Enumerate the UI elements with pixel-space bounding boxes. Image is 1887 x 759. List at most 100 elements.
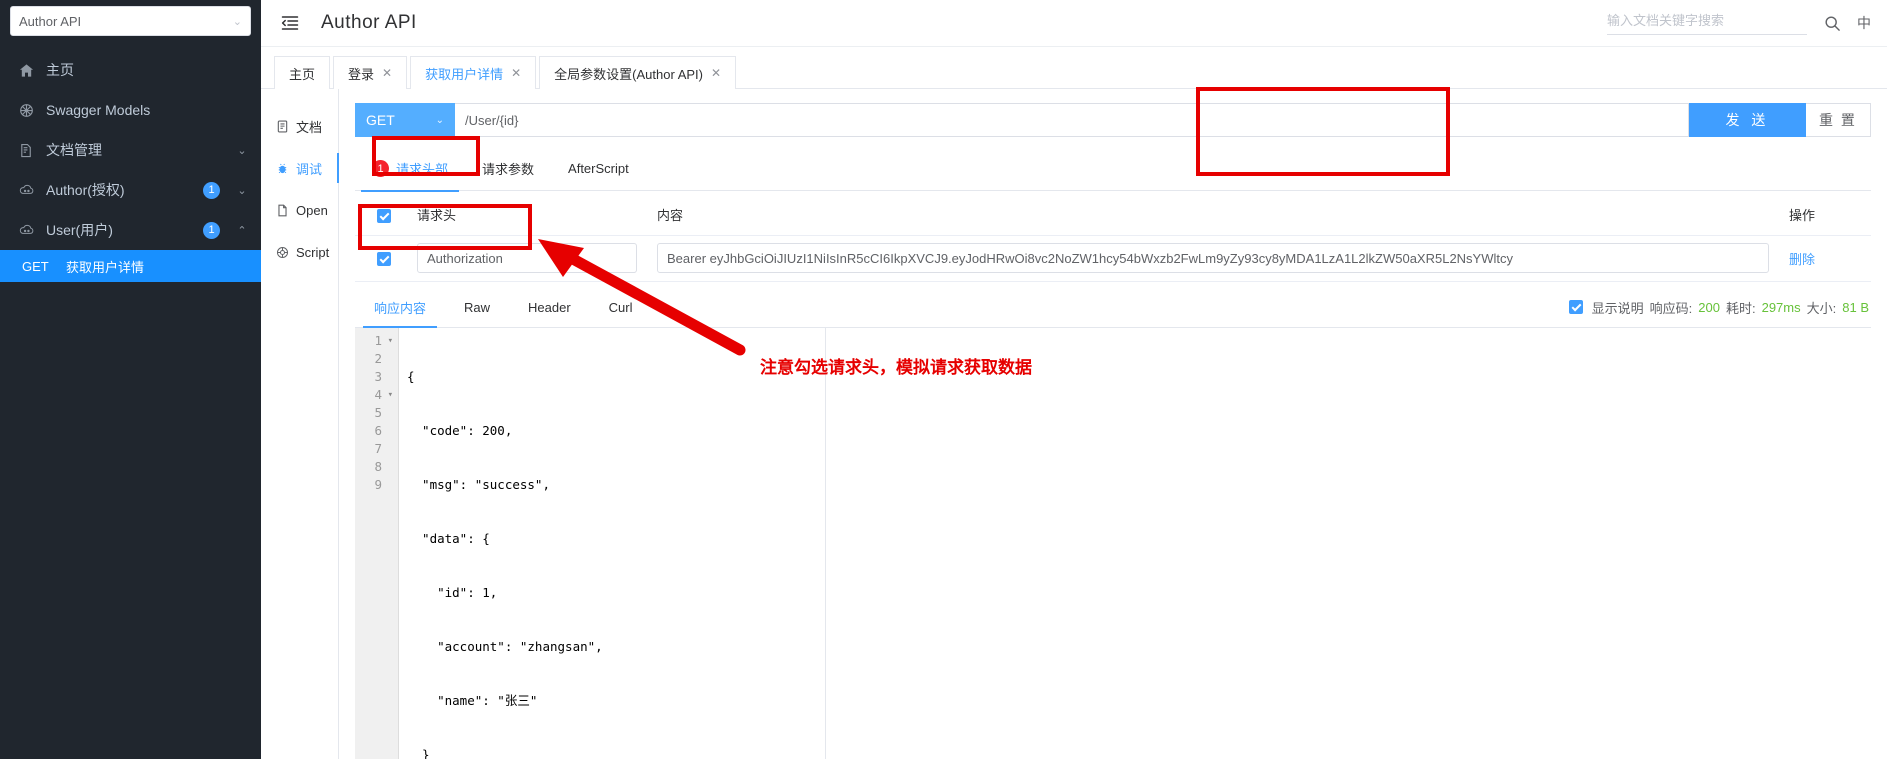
api-method-label: GET	[22, 258, 49, 274]
document-icon	[275, 119, 289, 133]
vtab-open[interactable]: Open	[261, 189, 338, 231]
show-description-checkbox[interactable]	[1568, 300, 1583, 314]
sidebar-item-badge: 1	[203, 221, 220, 239]
cloud-icon	[18, 222, 35, 239]
fold-icon: ▾	[387, 335, 393, 346]
tab-request-params[interactable]: 请求参数	[465, 147, 551, 191]
row-value-cell	[647, 235, 1779, 282]
chevron-down-icon: ⌄	[237, 144, 247, 157]
line-number: 7	[374, 440, 382, 456]
vtab-label: 文档	[296, 119, 323, 135]
vtab-label: Open	[296, 202, 328, 218]
tab-response-body[interactable]: 响应内容	[355, 287, 445, 328]
sidebar-item-label: User(用户)	[46, 222, 113, 238]
elapsed-value: 297ms	[1761, 299, 1801, 315]
line-number: 4 ▾	[374, 386, 393, 402]
script-icon	[275, 245, 289, 259]
tab-request-headers[interactable]: 1 请求头部	[355, 147, 465, 192]
status-code-label: 响应码:	[1649, 300, 1693, 316]
vertical-tab-strip: 文档 调试 Open Script	[261, 89, 339, 759]
send-button[interactable]: 发 送	[1689, 103, 1806, 137]
page-title: Author API	[321, 12, 417, 33]
collapse-menu-icon[interactable]	[279, 12, 301, 34]
sidebar-item-label: 文档管理	[46, 142, 102, 158]
sidebar-item-user[interactable]: User(用户) 1 ⌃	[0, 210, 261, 250]
line-number: 5	[374, 404, 382, 420]
rtab-label: Curl	[608, 299, 633, 315]
tab-after-script[interactable]: AfterScript	[551, 147, 646, 191]
rtab-label: 响应内容	[374, 300, 427, 316]
show-description-label: 显示说明	[1591, 300, 1644, 316]
vtab-document[interactable]: 文档	[261, 105, 338, 147]
tab-response-header[interactable]: Header	[509, 287, 590, 327]
size-label: 大小:	[1806, 300, 1837, 316]
language-switch[interactable]: 中	[1857, 13, 1871, 33]
vtab-label: Script	[296, 244, 330, 260]
main-area: Author API 中 主页 登录 ✕ 获取用户详情	[261, 0, 1887, 759]
tab-home[interactable]: 主页	[274, 56, 331, 89]
chevron-up-icon: ⌃	[237, 224, 247, 237]
project-select[interactable]: Author API ⌄	[10, 6, 251, 36]
close-icon[interactable]: ✕	[511, 66, 521, 80]
content-area: 文档 调试 Open Script GET ⌄ /User/{id} 发 送 重…	[261, 89, 1887, 759]
chevron-down-icon: ⌄	[232, 15, 242, 28]
doc-icon	[18, 142, 35, 159]
project-select-value: Author API	[19, 13, 82, 29]
header-count-badge: 1	[372, 160, 389, 177]
sidebar-item-doc-management[interactable]: 文档管理 ⌄	[0, 130, 261, 170]
header-key-input[interactable]	[417, 243, 637, 273]
cloud-icon	[18, 182, 35, 199]
request-url-row: GET ⌄ 发 送 重 置	[355, 103, 1871, 137]
request-url-input[interactable]	[455, 103, 1689, 137]
tab-label: 全局参数设置(Author API)	[554, 66, 703, 82]
table-header-row: 请求头 内容 操作	[355, 195, 1871, 236]
chevron-down-icon: ⌄	[435, 114, 444, 126]
status-code-value: 200	[1698, 299, 1720, 315]
row-select-cell	[355, 235, 407, 282]
reset-button[interactable]: 重 置	[1806, 103, 1871, 137]
sidebar-item-badge: 1	[203, 181, 220, 199]
table-row: 删除	[355, 235, 1871, 282]
close-icon[interactable]: ✕	[382, 66, 392, 80]
http-method-value: GET	[366, 112, 395, 128]
sidebar: Author API ⌄ 主页 Swagger Models 文档管理 ⌄ Au…	[0, 0, 261, 759]
search-input[interactable]	[1607, 12, 1807, 28]
tab-get-user-detail[interactable]: 获取用户详情 ✕	[410, 56, 537, 89]
itab-label: 请求参数	[482, 162, 535, 177]
line-number: 3	[374, 368, 382, 384]
response-code-editor[interactable]: 1 ▾ 2 3 4 ▾ 5 6 7 8 9 { "code": 200, "msg"…	[355, 327, 1871, 759]
search-icon[interactable]	[1823, 14, 1841, 32]
debug-panel: GET ⌄ 发 送 重 置 1 请求头部 请求参数	[339, 89, 1887, 759]
row-checkbox[interactable]	[377, 251, 391, 266]
tab-login[interactable]: 登录 ✕	[333, 56, 408, 89]
sidebar-item-home[interactable]: 主页	[0, 50, 261, 90]
tab-bar: 主页 登录 ✕ 获取用户详情 ✕ 全局参数设置(Author API) ✕	[261, 47, 1887, 89]
sidebar-item-label: Swagger Models	[46, 102, 151, 118]
http-method-select[interactable]: GET ⌄	[355, 103, 455, 137]
topbar-right: 中	[1607, 12, 1871, 35]
sidebar-api-item-get-user-detail[interactable]: GET 获取用户详情	[0, 250, 261, 282]
chevron-down-icon: ⌄	[237, 184, 247, 197]
close-icon[interactable]: ✕	[711, 66, 721, 80]
editor-code[interactable]: { "code": 200, "msg": "success", "data":…	[399, 327, 1871, 759]
topbar: Author API 中	[261, 0, 1887, 47]
vtab-debug[interactable]: 调试	[261, 147, 339, 189]
delete-row-button[interactable]: 删除	[1789, 252, 1815, 267]
select-all-checkbox[interactable]	[377, 208, 391, 223]
header-value-input[interactable]	[657, 243, 1769, 273]
tab-response-curl[interactable]: Curl	[590, 287, 652, 327]
line-number: 2	[374, 350, 382, 366]
column-header-key: 请求头	[407, 195, 647, 236]
search-box[interactable]	[1607, 12, 1807, 35]
itab-label: AfterScript	[568, 161, 629, 176]
tab-global-params[interactable]: 全局参数设置(Author API) ✕	[539, 56, 737, 89]
tab-response-raw[interactable]: Raw	[445, 287, 509, 327]
header-select-all-cell	[355, 195, 407, 236]
sidebar-item-label: Author(授权)	[46, 182, 125, 198]
app-root: Author API ⌄ 主页 Swagger Models 文档管理 ⌄ Au…	[0, 0, 1887, 759]
sidebar-item-author[interactable]: Author(授权) 1 ⌄	[0, 170, 261, 210]
column-header-value: 内容	[647, 195, 1779, 236]
sidebar-item-swagger-models[interactable]: Swagger Models	[0, 90, 261, 130]
vtab-script[interactable]: Script	[261, 231, 338, 273]
response-meta: 显示说明 响应码: 200 耗时: 297ms 大小: 81 B	[1568, 298, 1871, 317]
